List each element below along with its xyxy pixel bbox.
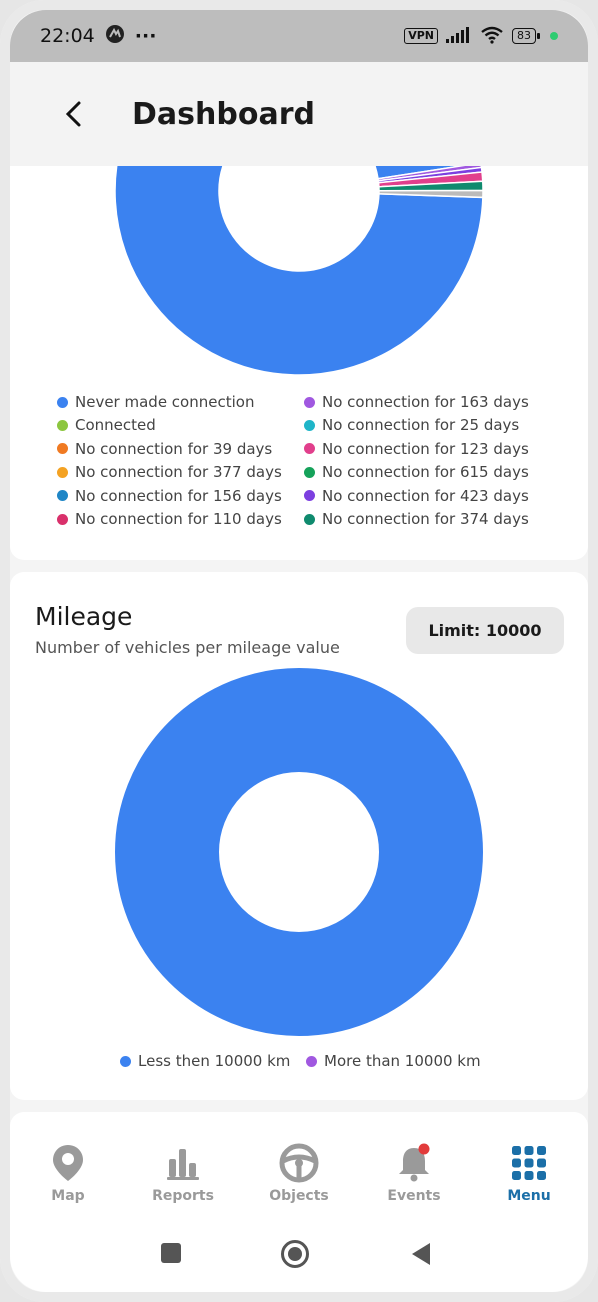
triangle-back-icon: [412, 1243, 430, 1265]
legend-dot-icon: [120, 1055, 131, 1067]
signal-icon: [446, 26, 472, 46]
legend-dot-icon: [57, 513, 68, 525]
square-icon: [161, 1243, 181, 1263]
back-arrow-icon: [65, 101, 81, 127]
grid-menu-icon: [479, 1138, 579, 1188]
back-button[interactable]: [54, 94, 94, 134]
legend-label: No connection for 615 days: [322, 463, 529, 482]
legend-item: No connection for 374 days: [304, 510, 529, 528]
legend-dot-icon: [304, 443, 315, 455]
legend-dot-icon: [57, 443, 68, 455]
status-time: 22:04: [40, 25, 95, 47]
legend-item: No connection for 423 days: [304, 487, 529, 505]
legend-item: No connection for 163 days: [304, 393, 529, 411]
legend-label: No connection for 123 days: [322, 439, 529, 458]
legend-label: More than 10000 km: [324, 1052, 481, 1070]
legend-label: Connected: [75, 416, 156, 435]
app-notification-icon: [105, 24, 125, 49]
legend-item: No connection for 123 days: [304, 440, 529, 458]
nav-reports-label: Reports: [152, 1188, 214, 1204]
legend-label: No connection for 39 days: [75, 439, 273, 458]
nav-map[interactable]: Map: [18, 1138, 118, 1204]
map-pin-icon: [18, 1138, 118, 1188]
legend-label: No connection for 374 days: [322, 510, 529, 528]
battery-icon: 83: [512, 28, 540, 44]
legend-dot-icon: [57, 419, 68, 431]
legend-label: No connection for 25 days: [322, 416, 520, 435]
legend-dot-icon: [306, 1055, 317, 1067]
nav-objects-label: Objects: [269, 1188, 329, 1204]
nav-menu[interactable]: Menu: [479, 1138, 579, 1204]
status-bar: 22:04 ··· VPN 83: [10, 10, 588, 62]
legend-item: No connection for 110 days: [57, 510, 282, 528]
nav-events[interactable]: Events: [364, 1138, 464, 1204]
mileage-card: Mileage Number of vehicles per mileage v…: [10, 572, 588, 1100]
page-title: Dashboard: [132, 96, 315, 132]
legend-item: More than 10000 km: [306, 1052, 481, 1070]
legend-label: No connection for 377 days: [75, 463, 282, 482]
legend-item: Connected: [57, 416, 156, 434]
circle-icon: [281, 1240, 309, 1268]
legend-label: No connection for 423 days: [322, 486, 529, 505]
legend-label: No connection for 156 days: [75, 486, 282, 505]
nav-reports[interactable]: Reports: [133, 1138, 233, 1204]
legend-item: No connection for 39 days: [57, 440, 272, 458]
legend-dot-icon: [57, 490, 68, 502]
legend-item: Never made connection: [57, 393, 254, 411]
legend-dot-icon: [304, 466, 315, 478]
nav-map-label: Map: [51, 1188, 85, 1204]
steering-wheel-icon: [249, 1138, 349, 1188]
bottom-navigation: Map Reports Objects Events Menu: [10, 1112, 588, 1292]
more-notifications-icon: ···: [134, 25, 157, 47]
legend-item: No connection for 156 days: [57, 487, 282, 505]
legend-label: No connection for 163 days: [322, 393, 529, 411]
legend-item: Less then 10000 km: [120, 1052, 290, 1070]
bar-chart-icon: [133, 1138, 233, 1188]
legend-dot-icon: [57, 396, 68, 408]
connection-status-card: Never made connection Connected No connect…: [10, 166, 588, 560]
nav-menu-label: Menu: [507, 1188, 551, 1204]
legend-dot-icon: [304, 396, 315, 408]
legend-dot-icon: [304, 419, 315, 431]
legend-label: Less then 10000 km: [138, 1052, 291, 1070]
legend-dot-icon: [304, 490, 315, 502]
legend-item: No connection for 615 days: [304, 463, 529, 481]
mileage-legend: Less then 10000 km More than 10000 km: [10, 572, 588, 1100]
legend-dot-icon: [304, 513, 315, 525]
legend-label: Never made connection: [75, 393, 255, 411]
connection-legend: Never made connection Connected No connect…: [10, 166, 588, 560]
wifi-icon: [480, 26, 504, 47]
legend-item: No connection for 25 days: [304, 416, 519, 434]
nav-events-label: Events: [387, 1188, 441, 1204]
privacy-indicator-icon: [550, 32, 558, 40]
back-system-button[interactable]: [410, 1242, 432, 1270]
recents-button[interactable]: [160, 1242, 182, 1268]
legend-dot-icon: [57, 466, 68, 478]
legend-item: No connection for 377 days: [57, 463, 282, 481]
phone-screen: 22:04 ··· VPN 83 Dashboard Never made co…: [0, 0, 598, 1302]
legend-label: No connection for 110 days: [75, 510, 282, 528]
nav-objects[interactable]: Objects: [249, 1138, 349, 1204]
home-button[interactable]: [280, 1239, 310, 1273]
vpn-icon: VPN: [404, 28, 438, 44]
bell-icon: [364, 1138, 464, 1188]
app-bar: Dashboard: [10, 62, 588, 166]
